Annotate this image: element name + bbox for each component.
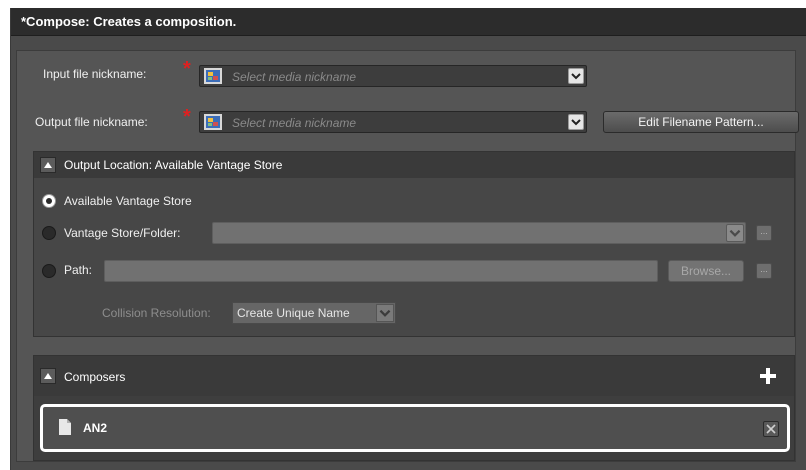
title-bar: *Compose: Creates a composition. bbox=[11, 8, 806, 36]
available-store-label: Available Vantage Store bbox=[64, 194, 192, 208]
composers-title: Composers bbox=[64, 370, 126, 384]
composers-section: Composers AN2 bbox=[33, 355, 795, 461]
radio-path[interactable] bbox=[42, 264, 56, 278]
radio-available-store[interactable] bbox=[42, 194, 56, 208]
required-asterisk: * bbox=[183, 106, 191, 128]
chevron-down-icon[interactable] bbox=[568, 68, 584, 84]
output-location-title: Output Location: Available Vantage Store bbox=[64, 158, 283, 172]
chevron-down-icon[interactable] bbox=[376, 304, 394, 322]
input-nickname-placeholder: Select media nickname bbox=[232, 70, 357, 84]
plus-icon[interactable] bbox=[760, 368, 776, 384]
composer-name: AN2 bbox=[83, 421, 108, 435]
compose-panel: Input file nickname: * Select media nick… bbox=[16, 50, 799, 462]
path-label: Path: bbox=[64, 263, 93, 277]
output-file-label: Output file nickname: bbox=[35, 115, 148, 129]
composers-header[interactable]: Composers bbox=[34, 356, 794, 396]
collision-resolution-label: Collision Resolution: bbox=[102, 306, 211, 320]
path-input[interactable] bbox=[104, 260, 658, 282]
collapse-caret-icon[interactable] bbox=[40, 368, 56, 384]
output-nickname-placeholder: Select media nickname bbox=[232, 116, 357, 130]
collision-resolution-value: Create Unique Name bbox=[237, 306, 350, 320]
media-icon bbox=[204, 68, 222, 84]
output-location-section: Output Location: Available Vantage Store… bbox=[33, 151, 795, 337]
close-icon[interactable] bbox=[763, 421, 779, 437]
media-icon bbox=[204, 114, 222, 130]
input-file-label: Input file nickname: bbox=[43, 67, 147, 81]
store-folder-select[interactable] bbox=[212, 222, 746, 244]
window-title: *Compose: Creates a composition. bbox=[21, 14, 237, 29]
input-nickname-select[interactable]: Select media nickname bbox=[199, 65, 587, 87]
radio-store-folder[interactable] bbox=[42, 226, 56, 240]
document-icon bbox=[59, 419, 71, 435]
chevron-down-icon[interactable] bbox=[726, 224, 744, 242]
store-folder-label: Vantage Store/Folder: bbox=[64, 226, 181, 240]
path-more-button[interactable]: ... bbox=[756, 263, 772, 279]
composer-item[interactable]: AN2 bbox=[40, 404, 790, 452]
browse-button[interactable]: Browse... bbox=[668, 260, 744, 282]
chevron-down-icon[interactable] bbox=[568, 114, 584, 130]
output-location-header[interactable]: Output Location: Available Vantage Store bbox=[34, 152, 794, 178]
collision-resolution-select[interactable]: Create Unique Name bbox=[232, 302, 396, 324]
store-folder-more-button[interactable]: ... bbox=[756, 225, 772, 241]
output-nickname-select[interactable]: Select media nickname bbox=[199, 111, 587, 133]
collapse-caret-icon[interactable] bbox=[40, 157, 56, 173]
edit-filename-pattern-button[interactable]: Edit Filename Pattern... bbox=[603, 111, 799, 133]
required-asterisk: * bbox=[183, 58, 191, 80]
